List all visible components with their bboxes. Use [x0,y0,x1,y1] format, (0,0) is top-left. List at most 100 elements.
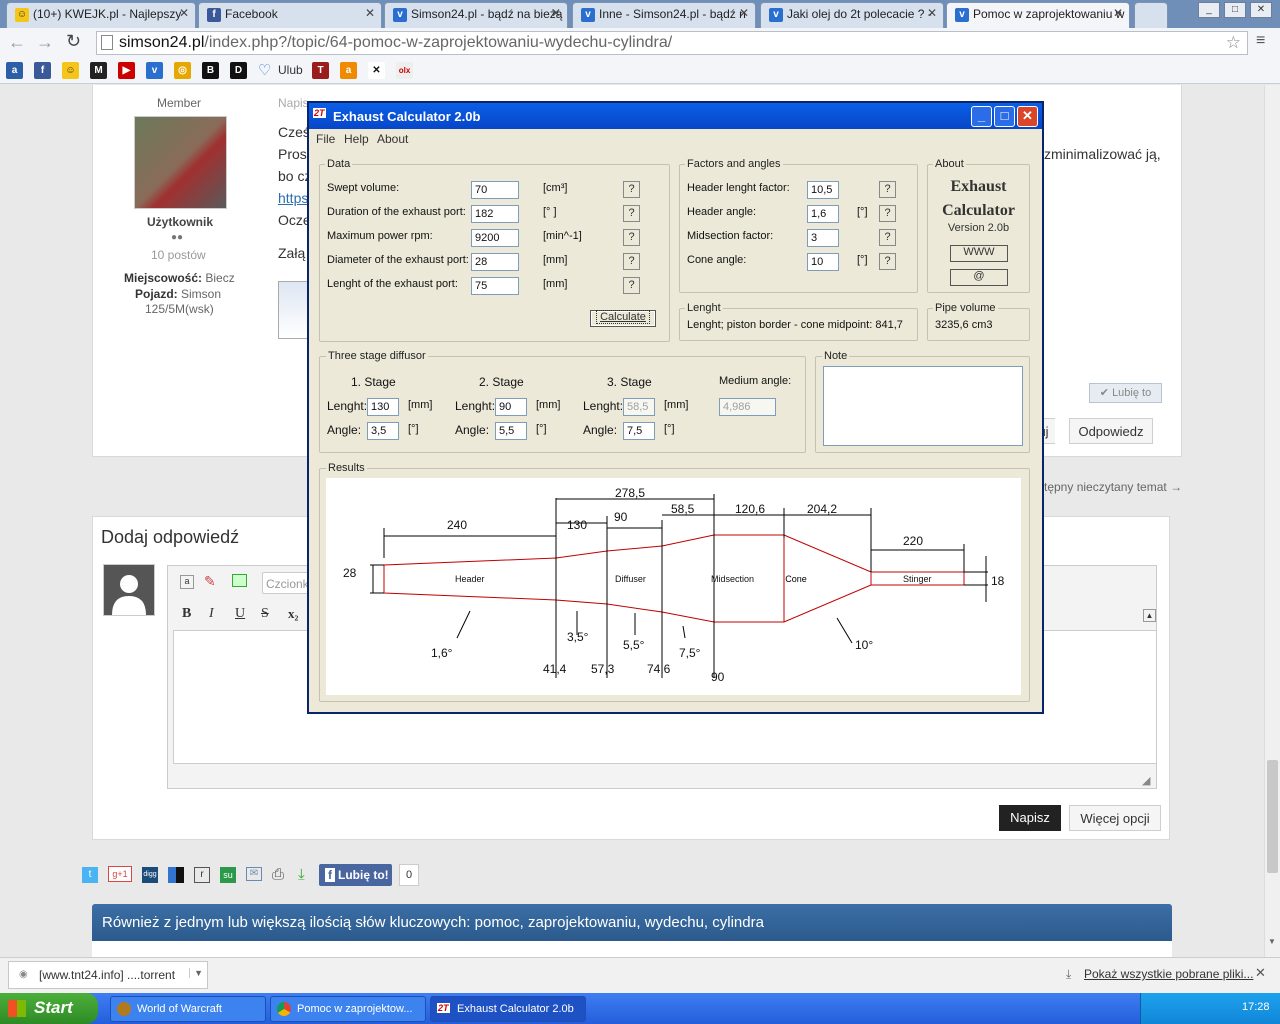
stage-length-input[interactable]: 90 [495,398,527,416]
minimize-icon[interactable]: _ [1198,2,1220,18]
image-icon[interactable] [232,574,247,587]
page-scrollbar[interactable]: ▼ [1264,85,1280,957]
youtube-icon[interactable]: ▶ [118,62,135,79]
factor-input[interactable]: 10 [807,253,839,271]
factor-input[interactable]: 3 [807,229,839,247]
subscript-icon[interactable]: x₂ [288,606,298,622]
more-options-button[interactable]: Więcej opcji [1069,805,1161,831]
stage-length-input[interactable]: 130 [367,398,399,416]
task-world-of-warcraft[interactable]: World of Warcraft [110,996,266,1022]
help-button[interactable]: ? [623,181,640,198]
help-button[interactable]: ? [879,229,896,246]
close-icon[interactable]: ✕ [1113,6,1123,20]
bookmark-allegro-icon[interactable]: a [340,62,357,79]
bookmark-b-icon[interactable]: B [202,62,219,79]
address-bar[interactable]: simson24.pl/index.php?/topic/64-pomoc-w-… [96,31,1248,55]
close-icon[interactable]: ✕ [927,6,937,20]
tab-simson-3[interactable]: v Jaki olej do 2t polecacie ? - ✕ [760,2,944,28]
menu-help[interactable]: Help [344,132,369,146]
strikethrough-icon[interactable]: S [261,606,269,622]
post-link[interactable]: https [278,190,308,206]
bookmark-d-icon[interactable]: D [230,62,247,79]
help-button[interactable]: ? [623,277,640,294]
like-button[interactable]: ✔ Lubię to [1089,383,1162,403]
data-input[interactable]: 28 [471,253,519,271]
next-unread-link[interactable]: tępny nieczytany temat → [1044,480,1182,494]
close-icon[interactable]: ✕ [365,6,375,20]
star-icon[interactable]: ☆ [1226,33,1241,53]
attachment-thumbnail[interactable] [278,281,310,339]
smiley-icon[interactable]: ☺ [62,62,79,79]
menu-icon[interactable]: ≡ [1256,32,1265,50]
twitter-icon[interactable]: t [82,867,98,883]
avatar[interactable] [134,116,227,209]
email-icon[interactable]: ✉ [246,867,262,881]
reload-icon[interactable]: ↻ [66,31,81,52]
download-item[interactable]: ◉ [www.tnt24.info] ....torrent ▼ [8,961,208,989]
help-button[interactable]: ? [623,205,640,222]
menu-file[interactable]: File [316,132,335,146]
factor-input[interactable]: 1,6 [807,205,839,223]
maximize-icon[interactable]: □ [1224,2,1246,18]
chevron-down-icon[interactable]: ▼ [189,968,203,978]
tab-simson-active[interactable]: v Pomoc w zaprojektowaniu w ✕ [946,2,1130,28]
factor-input[interactable]: 10,5 [807,181,839,199]
stage-angle-input[interactable]: 7,5 [623,422,655,440]
download-icon[interactable]: ⤓ [298,866,305,883]
back-icon[interactable]: ← [8,32,26,53]
help-button[interactable]: ? [879,205,896,222]
bookmark-x-icon[interactable]: ✕ [368,62,385,79]
bookmark-ring-icon[interactable]: ◎ [174,62,191,79]
bold-icon[interactable]: B [182,606,191,622]
resize-handle-icon[interactable]: ◢ [1142,774,1150,787]
close-icon[interactable]: ✕ [1250,2,1272,18]
scroll-down-icon[interactable]: ▼ [1268,937,1276,946]
help-button[interactable]: ? [623,253,640,270]
paste-icon[interactable]: a [180,575,194,589]
new-tab-button[interactable] [1134,2,1168,28]
underline-icon[interactable]: U [235,606,245,622]
reply-button[interactable]: Odpowiedz [1069,418,1153,444]
start-button[interactable]: Start [0,993,98,1024]
tab-facebook[interactable]: f Facebook ✕ [198,2,382,28]
delicious-icon[interactable] [168,867,184,883]
submit-button[interactable]: Napisz [999,805,1061,831]
data-input[interactable]: 75 [471,277,519,295]
task-chrome[interactable]: Pomoc w zaprojektow... [270,996,426,1022]
scrollbar-thumb[interactable] [1267,760,1278,873]
close-icon[interactable]: ✕ [179,6,189,20]
close-icon[interactable]: ✕ [739,6,749,20]
facebook-icon[interactable]: f [34,62,51,79]
www-button[interactable]: WWW [950,245,1008,262]
bookmark-a-icon[interactable]: a [6,62,23,79]
eraser-icon[interactable]: ✎ [204,573,216,590]
minimize-icon[interactable]: _ [971,106,992,127]
italic-icon[interactable]: I [209,606,214,622]
tab-simson-1[interactable]: v Simson24.pl - bądź na bieżą ✕ [384,2,568,28]
task-exhaust-calculator[interactable]: 2T Exhaust Calculator 2.0b [430,996,586,1022]
collapse-icon[interactable]: ▲ [1143,609,1156,622]
bookmark-ulub[interactable]: Ulub [278,63,303,77]
note-textarea[interactable] [823,366,1023,446]
bookmark-t-icon[interactable]: T [312,62,329,79]
digg-icon[interactable]: digg [142,867,158,883]
help-button[interactable]: ? [879,253,896,270]
bookmark-olx-icon[interactable]: olx [396,62,413,79]
heart-icon[interactable]: ♡ [258,61,271,79]
menu-about[interactable]: About [377,132,408,146]
data-input[interactable]: 182 [471,205,519,223]
close-icon[interactable]: ✕ [1255,965,1266,981]
stage-angle-input[interactable]: 5,5 [495,422,527,440]
calculate-button[interactable]: Calculate [590,310,656,327]
tab-simson-2[interactable]: v Inne - Simson24.pl - bądź n ✕ [572,2,756,28]
print-icon[interactable]: ⎙ [272,866,284,883]
close-icon[interactable]: ✕ [551,6,561,20]
data-input[interactable]: 70 [471,181,519,199]
help-button[interactable]: ? [623,229,640,246]
help-button[interactable]: ? [879,181,896,198]
data-input[interactable]: 9200 [471,229,519,247]
facebook-like-button[interactable]: f Lubię to! [319,864,392,886]
close-icon[interactable]: ✕ [1017,106,1038,127]
stumbleupon-icon[interactable]: su [220,867,236,883]
tab-kwejk[interactable]: ☺ (10+) KWEJK.pl - Najlepszy ✕ [6,2,196,28]
